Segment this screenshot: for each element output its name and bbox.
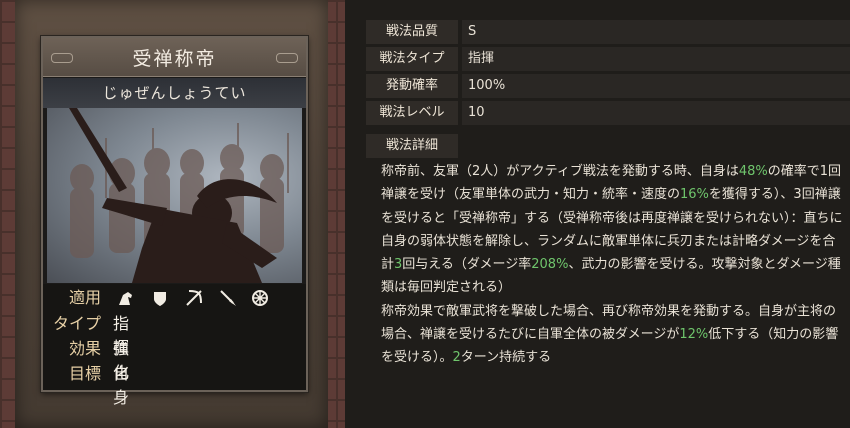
tactic-card[interactable]: 受禅称帝 じゅぜんしょうてい 適用 タイプ 指揮 効果 強化 目標 自身	[41, 36, 308, 407]
type-label: 戦法タイプ	[366, 47, 458, 71]
shield-icon	[154, 292, 166, 306]
rate-value: 100%	[462, 74, 850, 98]
stat-value: 自身	[113, 364, 130, 407]
detail-description: 称帝前、友軍（2人）がアクティブ戦法を発動する時、自身は48%の確率で1回禅譲を…	[381, 160, 847, 370]
highlight-value: 2	[452, 350, 461, 366]
type-value: 指揮	[462, 47, 850, 71]
highlight-value: 12%	[679, 327, 709, 343]
stat-label: 適用	[68, 288, 101, 307]
tactic-info-panel: 戦法品質 S 戦法タイプ 指揮 発動確率 100% 戦法レベル 10 戦法詳細 …	[345, 0, 850, 428]
stat-label: タイプ	[52, 314, 101, 333]
wheel-icon	[252, 290, 268, 306]
cavalry-icon	[119, 292, 132, 305]
card-reading: じゅぜんしょうてい	[43, 78, 306, 108]
detail-text-segment: ターン持続する	[460, 350, 552, 366]
detail-label: 戦法詳細	[366, 134, 458, 158]
detail-text-segment: 称帝前、友軍（2人）がアクティブ戦法を発動する時、自身は	[381, 164, 739, 179]
highlight-value: 48%	[738, 164, 768, 179]
level-value: 10	[462, 101, 850, 125]
detail-text-segment: 回与える（ダメージ率	[402, 257, 532, 273]
highlight-value: 16%	[680, 187, 709, 203]
highlight-value: 208%	[531, 257, 569, 273]
spear-icon	[220, 290, 236, 306]
bow-icon	[186, 290, 202, 306]
level-label: 戦法レベル	[366, 101, 458, 125]
card-artwork	[47, 108, 302, 283]
card-title-bar: 受禅称帝	[43, 38, 306, 77]
stat-label: 効果	[68, 339, 101, 358]
quality-label: 戦法品質	[366, 20, 458, 44]
card-stats: 適用 タイプ 指揮 効果 強化 目標 自身	[43, 284, 306, 407]
rate-label: 発動確率	[366, 74, 458, 98]
card-title: 受禅称帝	[132, 48, 217, 70]
quality-value: S	[462, 20, 850, 44]
stat-label: 目標	[68, 364, 101, 383]
